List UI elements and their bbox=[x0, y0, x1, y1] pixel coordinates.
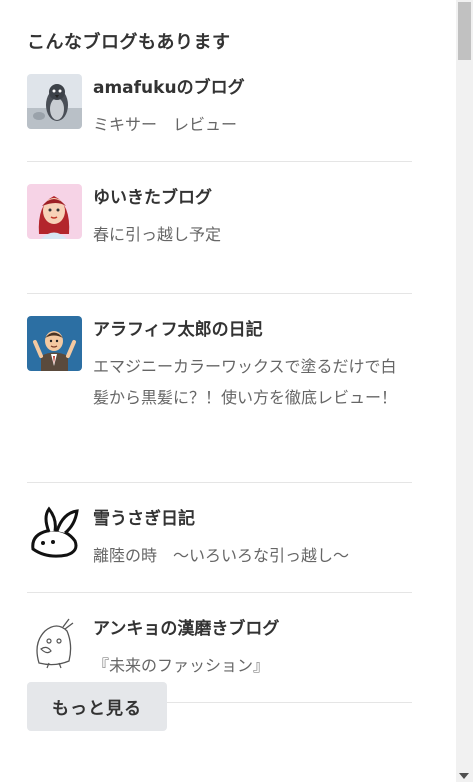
blog-title[interactable]: ゆいきたブログ bbox=[93, 185, 412, 211]
section-heading: こんなブログもあります bbox=[27, 32, 231, 53]
scroll-down-arrow-icon[interactable] bbox=[459, 773, 469, 779]
blog-description: ミキサー レビュー bbox=[93, 115, 238, 134]
list-item[interactable]: amafukuのブログ ミキサー レビュー bbox=[27, 74, 412, 162]
blog-list: amafukuのブログ ミキサー レビュー ゆいきたブログ 春に引っ越し予定 ア… bbox=[27, 74, 412, 703]
scrollbar-thumb[interactable] bbox=[458, 2, 471, 60]
penguin-icon[interactable] bbox=[27, 74, 82, 129]
blog-title[interactable]: アラフィフ太郎の日記 bbox=[93, 317, 412, 343]
blog-description: 離陸の時 ～いろいろな引っ越し～ bbox=[93, 546, 350, 565]
list-item[interactable]: ゆいきたブログ 春に引っ越し予定 bbox=[27, 184, 412, 294]
businessman-avatar-icon[interactable] bbox=[27, 316, 82, 371]
list-item[interactable]: 雪うさぎ日記 離陸の時 ～いろいろな引っ越し～ bbox=[27, 505, 412, 593]
blog-description: 春に引っ越し予定 bbox=[93, 225, 222, 244]
list-item[interactable]: アラフィフ太郎の日記 エマジニーカラーワックスで塗るだけで白髪から黒髪に？！使い… bbox=[27, 316, 412, 483]
blog-description: 『未来のファッション』 bbox=[93, 656, 270, 675]
scrollbar[interactable] bbox=[456, 0, 473, 782]
blog-description: エマジニーカラーワックスで塗るだけで白髪から黒髪に？！使い方を徹底レビュー！ bbox=[93, 357, 398, 407]
snow-rabbit-icon[interactable] bbox=[27, 505, 82, 560]
blog-title[interactable]: アンキョの漢磨きブログ bbox=[93, 616, 412, 642]
girl-avatar-icon[interactable] bbox=[27, 184, 82, 239]
more-button[interactable]: もっと見る bbox=[27, 682, 167, 731]
bird-sketch-icon[interactable] bbox=[27, 615, 82, 670]
blog-title[interactable]: amafukuのブログ bbox=[93, 75, 412, 101]
blog-title[interactable]: 雪うさぎ日記 bbox=[93, 506, 412, 532]
